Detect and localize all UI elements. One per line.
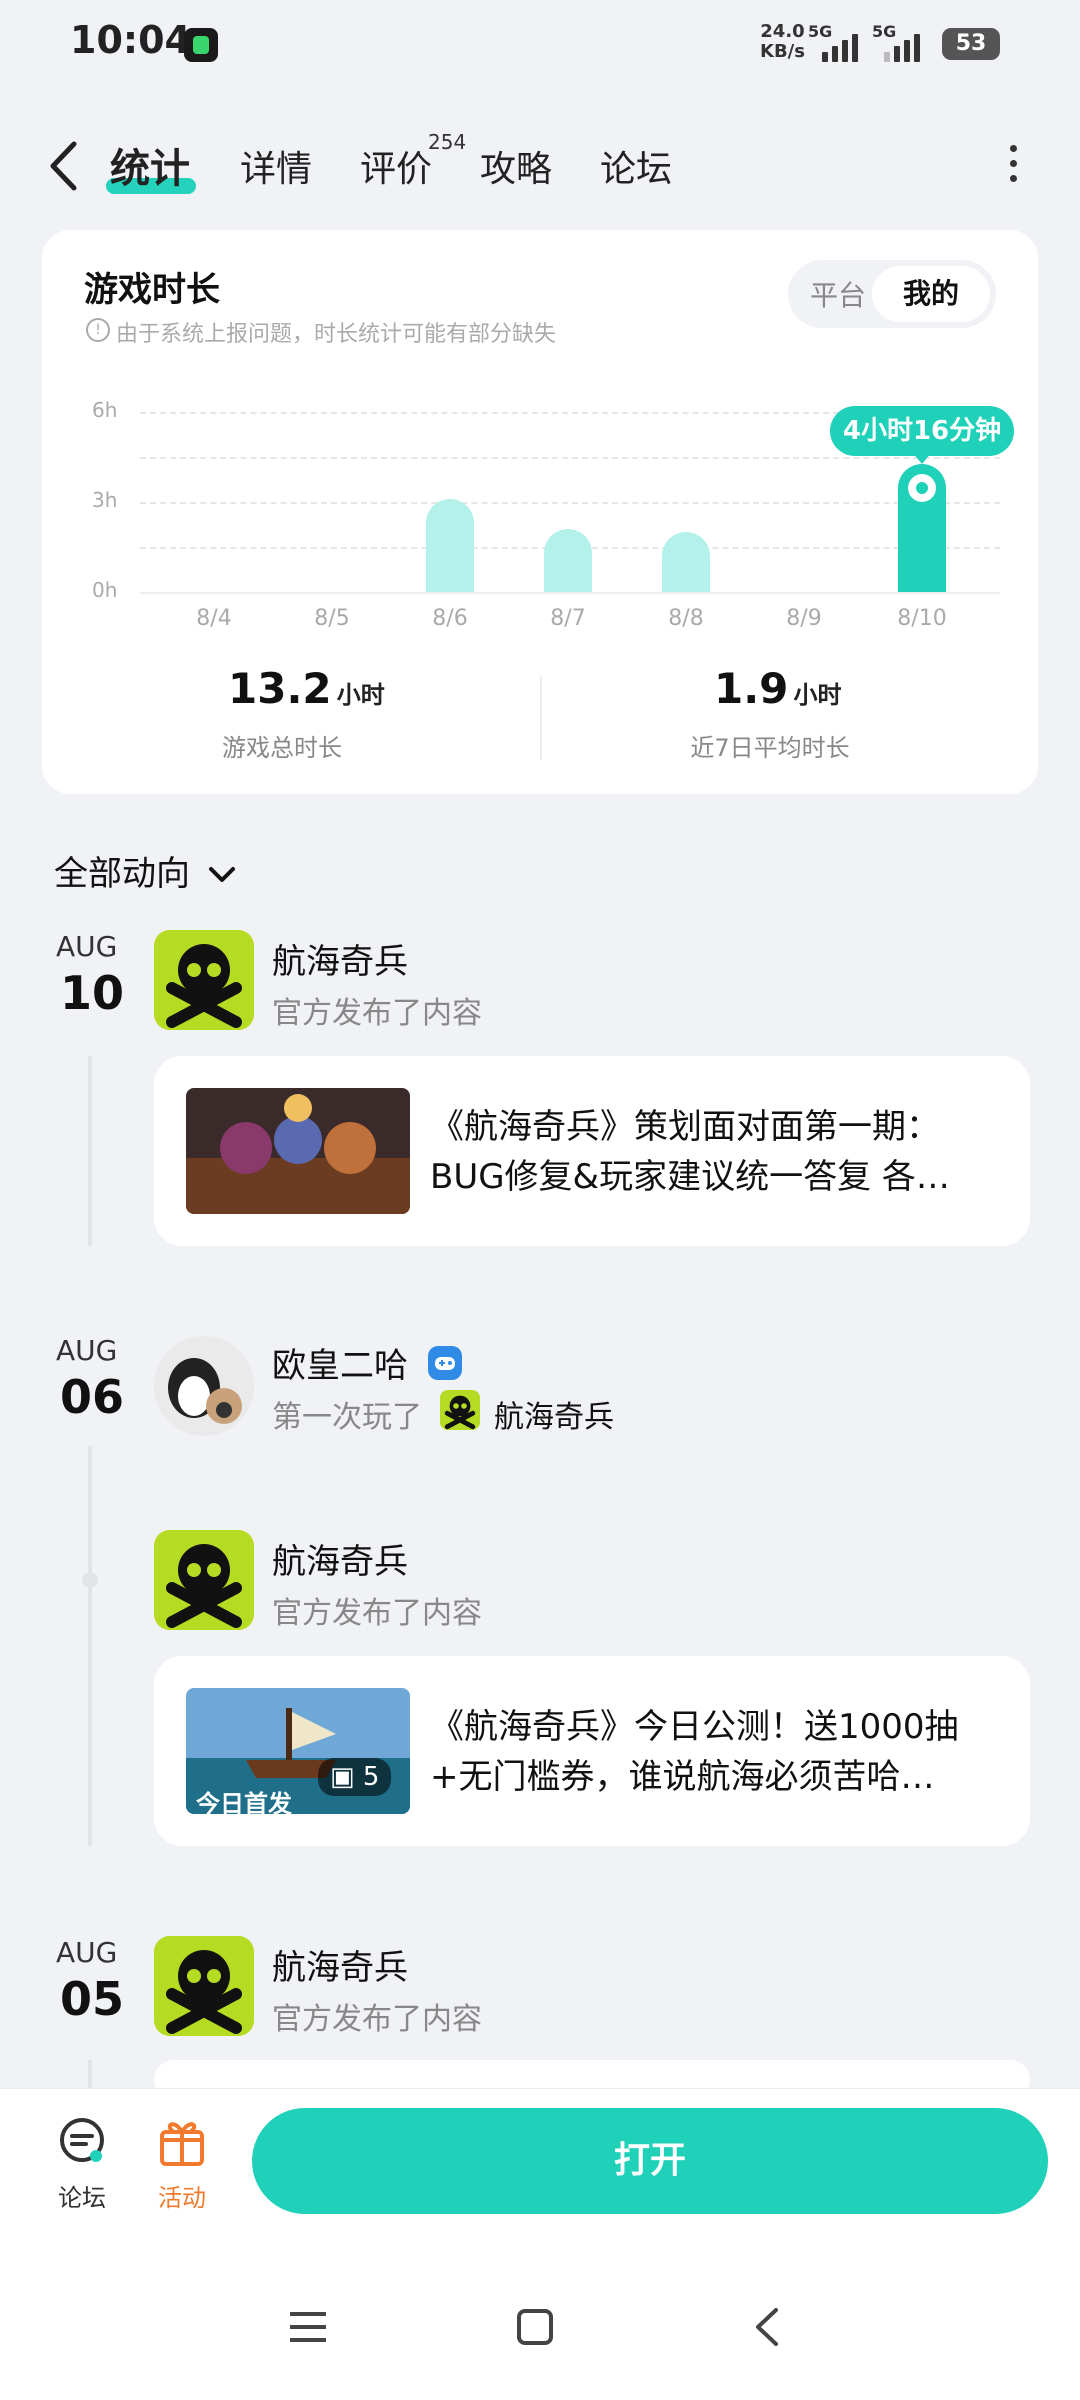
x-tick-label: 8/10 xyxy=(897,606,947,631)
home-nav-icon[interactable] xyxy=(516,2308,554,2346)
x-tick-label: 8/5 xyxy=(314,606,350,631)
y-tick-label: 6h xyxy=(92,398,118,422)
back-arrow-icon[interactable] xyxy=(48,140,78,192)
game-icon[interactable] xyxy=(154,930,254,1030)
date-day: 05 xyxy=(60,1972,125,2026)
timeline-line xyxy=(88,1056,92,1246)
chart-bar-8-7[interactable] xyxy=(544,529,592,592)
card-title: 游戏时长 xyxy=(84,270,220,310)
activity-filter[interactable]: 全部动向 xyxy=(54,846,237,895)
timeline-dot xyxy=(82,1572,98,1588)
activity-label[interactable]: 活动 xyxy=(142,2178,222,2213)
network-speed: 24.0 KB/s xyxy=(760,21,805,62)
image-count-badge: ▣ 5 xyxy=(318,1758,392,1796)
card-note: 由于系统上报问题，时长统计可能有部分缺失 xyxy=(116,322,557,347)
app-notification-icon xyxy=(184,28,218,62)
status-time: 10:04 xyxy=(70,18,191,62)
game-icon[interactable] xyxy=(154,1530,254,1630)
chart-bar-8-8[interactable] xyxy=(662,532,710,592)
x-tick-label: 8/6 xyxy=(432,606,468,631)
total-time-label: 游戏总时长 xyxy=(222,734,342,762)
toggle-platform[interactable]: 平台 xyxy=(810,274,866,314)
played-game-name[interactable]: 航海奇兵 xyxy=(494,1392,614,1436)
activity-subtitle: 官方发布了内容 xyxy=(272,2002,482,2037)
battery-icon: 53 xyxy=(942,28,1000,60)
post-thumbnail xyxy=(186,1088,410,1214)
date-day: 06 xyxy=(60,1370,125,1424)
forum-label[interactable]: 论坛 xyxy=(42,2178,122,2213)
user-avatar[interactable] xyxy=(154,1336,254,1436)
timeline-line xyxy=(88,2060,92,2090)
date-month: AUG xyxy=(56,1334,118,1367)
date-month: AUG xyxy=(56,1936,118,1969)
date-month: AUG xyxy=(56,930,118,963)
more-options-icon[interactable] xyxy=(1010,145,1018,190)
post-title: 《航海奇兵》策划面对面第一期：BUG修复&玩家建议统一答复 各… xyxy=(430,1107,950,1197)
tooltip-arrow xyxy=(912,452,932,464)
gridline xyxy=(140,502,1000,504)
x-tick-label: 8/8 xyxy=(668,606,704,631)
open-game-button[interactable]: 打开 xyxy=(252,2108,1048,2214)
image-icon: ▣ xyxy=(330,1762,355,1792)
back-nav-icon[interactable] xyxy=(752,2306,780,2348)
date-day: 10 xyxy=(60,966,125,1020)
info-icon: ! xyxy=(86,318,110,342)
gridline xyxy=(140,457,1000,459)
tab-stats[interactable]: 统计 xyxy=(110,136,190,194)
chart-bar-8-6[interactable] xyxy=(426,499,474,592)
activity-subtitle: 官方发布了内容 xyxy=(272,1596,482,1631)
gamepad-badge-icon xyxy=(428,1346,462,1380)
tab-guides[interactable]: 攻略 xyxy=(480,140,552,192)
x-tick-label: 8/4 xyxy=(196,606,232,631)
game-name[interactable]: 航海奇兵 xyxy=(272,1940,408,1989)
user-action: 第一次玩了 xyxy=(272,1400,422,1435)
game-icon[interactable] xyxy=(154,1936,254,2036)
signal-1-icon xyxy=(822,30,858,62)
x-tick-label: 8/9 xyxy=(786,606,822,631)
tab-details[interactable]: 详情 xyxy=(240,140,312,192)
avg-time-label: 近7日平均时长 xyxy=(690,734,850,762)
chevron-down-icon xyxy=(208,867,235,882)
activity-subtitle: 官方发布了内容 xyxy=(272,996,482,1031)
thumbnail-caption: 今日首发 xyxy=(196,1790,292,1818)
menu-nav-icon[interactable] xyxy=(288,2310,328,2344)
total-time-stat: 13.2 小时 xyxy=(228,664,385,713)
y-tick-label: 0h xyxy=(92,578,118,602)
gift-icon[interactable] xyxy=(156,2114,208,2168)
selected-bar-marker xyxy=(908,474,936,502)
toggle-mine[interactable]: 我的 xyxy=(872,266,990,322)
timeline-line xyxy=(88,1446,92,1846)
review-count-badge: 254 xyxy=(428,130,467,154)
selected-bar-tooltip: 4小时16分钟 xyxy=(830,406,1014,456)
x-axis-line xyxy=(140,592,1000,594)
tab-forum[interactable]: 论坛 xyxy=(600,140,672,192)
game-name[interactable]: 航海奇兵 xyxy=(272,934,408,983)
forum-icon[interactable] xyxy=(56,2116,108,2168)
x-tick-label: 8/7 xyxy=(550,606,586,631)
avg-time-stat: 1.9 小时 xyxy=(714,664,842,713)
stat-divider xyxy=(540,676,542,760)
tab-reviews[interactable]: 评价 xyxy=(360,140,432,192)
user-name[interactable]: 欧皇二哈 xyxy=(272,1338,408,1387)
signal-2-icon xyxy=(884,30,920,62)
game-name[interactable]: 航海奇兵 xyxy=(272,1534,408,1583)
y-tick-label: 3h xyxy=(92,488,118,512)
post-title: 《航海奇兵》今日公测！送1000抽+无门槛券，谁说航海必须苦哈… xyxy=(430,1707,959,1797)
game-small-icon xyxy=(440,1390,480,1430)
